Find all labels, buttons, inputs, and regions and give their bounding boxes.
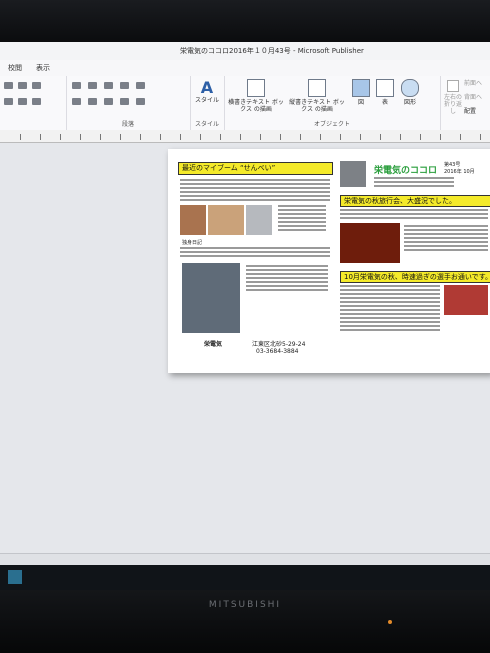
decrease-indent-icon[interactable]: [104, 82, 113, 89]
line-spacing-icon[interactable]: [136, 82, 145, 89]
left-article-text[interactable]: [180, 179, 330, 203]
masthead-title[interactable]: 栄電気のココロ: [374, 163, 437, 176]
tab-view[interactable]: 表示: [36, 60, 50, 76]
horizontal-textbox-button[interactable]: 横書きテキスト ボックス の描画: [228, 79, 284, 113]
font-size-down-icon[interactable]: [18, 82, 27, 89]
picture-button[interactable]: 図: [350, 79, 372, 106]
paragraph-group-label: 段落: [121, 121, 134, 128]
monitor-bezel-bottom: MITSUBISHI: [0, 590, 490, 653]
align-left-icon[interactable]: [72, 98, 81, 105]
justify-icon[interactable]: [120, 98, 129, 105]
right-heading-october[interactable]: 10月栄電気の秋、時速過ぎの選手お通いです。: [340, 271, 490, 283]
numbering-icon[interactable]: [88, 82, 97, 89]
bullets-icon[interactable]: [72, 82, 81, 89]
clear-format-icon[interactable]: [32, 82, 41, 89]
table-label: 表: [381, 99, 388, 106]
left-staff-text[interactable]: [246, 265, 328, 293]
font-size-up-icon[interactable]: [4, 82, 13, 89]
table-icon: [376, 79, 394, 97]
wrap-text-icon: [447, 80, 459, 92]
style-button[interactable]: A スタイル: [192, 78, 222, 105]
ribbon-tab-bar: 校閲 表示: [0, 60, 490, 77]
object-group-label: オブジェクト: [313, 121, 350, 128]
shop-phone: 03-3684-3884: [256, 348, 299, 355]
paragraph-group: 段落: [66, 76, 191, 130]
photo-senbei-3[interactable]: [246, 205, 272, 235]
wrap-text-label: 左右の 折り返し: [443, 94, 462, 115]
photo-staff[interactable]: [182, 263, 240, 333]
font-color-icon[interactable]: [4, 98, 13, 105]
monitor-bezel-top: [0, 0, 490, 42]
issue-number: 第43号: [444, 162, 461, 168]
object-group: 横書きテキスト ボックス の描画 縦書きテキスト ボックス の描画 図 表 図形…: [224, 76, 441, 130]
trip-side-text[interactable]: [404, 225, 488, 253]
wrap-text-button[interactable]: 左右の 折り返し: [442, 80, 464, 115]
picture-icon: [352, 79, 370, 97]
photo-caption: 独身日記: [182, 240, 203, 246]
right-heading-trip[interactable]: 栄電気の秋旅行会、大盛況でした。: [340, 195, 490, 207]
shop-address: 江東区北砂5-29-24: [252, 341, 306, 348]
bring-forward-button[interactable]: 前面へ: [464, 80, 490, 87]
masthead-text[interactable]: [374, 177, 454, 189]
align-right-icon[interactable]: [104, 98, 113, 105]
arrange-button[interactable]: 配置: [464, 108, 490, 115]
issue-date: 2016年 10月: [444, 169, 475, 175]
style-a-icon: A: [200, 78, 214, 97]
picture-label: 図: [357, 99, 364, 106]
style-button-label: スタイル: [194, 97, 219, 104]
power-led-icon: [388, 620, 392, 624]
ribbon: 段落 A スタイル スタイル 横書きテキスト ボックス の描画 縦書きテキスト …: [0, 76, 490, 131]
text-effect-icon[interactable]: [18, 98, 27, 105]
tab-review[interactable]: 校閲: [8, 60, 22, 76]
arrange-group: 左右の 折り返し 前面へ 背面へ 配置: [440, 76, 490, 130]
photo-senbei-1[interactable]: [180, 205, 206, 235]
left-article-text-2[interactable]: [180, 247, 330, 259]
left-side-text[interactable]: [278, 205, 326, 233]
trip-article-text[interactable]: [340, 209, 488, 221]
shapes-button[interactable]: 図形: [398, 79, 422, 106]
window-title: 栄電気のココロ2016年１０月43号 - Microsoft Publisher: [180, 47, 364, 55]
distribute-icon[interactable]: [136, 98, 145, 105]
vertical-textbox-icon: [308, 79, 326, 97]
style-group-label: スタイル: [194, 121, 219, 128]
horizontal-ruler[interactable]: [0, 130, 490, 143]
title-bar: 栄電気のココロ2016年１０月43号 - Microsoft Publisher: [0, 42, 490, 60]
photo-temple-night[interactable]: [340, 223, 400, 263]
table-button[interactable]: 表: [374, 79, 396, 106]
photo-october[interactable]: [444, 285, 488, 315]
shapes-icon: [401, 79, 419, 97]
masthead-portrait[interactable]: [340, 161, 366, 187]
newsletter-page[interactable]: 最近のマイブーム “せんべい” 独身日記 栄電気 江東区北砂5-29-24 03…: [168, 149, 490, 373]
style-group: A スタイル スタイル: [190, 76, 225, 130]
textbox-icon: [247, 79, 265, 97]
taskbar: [0, 565, 490, 590]
monitor-brand-logo: MITSUBISHI: [208, 600, 282, 610]
left-heading[interactable]: 最近のマイブーム “せんべい”: [178, 162, 333, 175]
send-backward-button[interactable]: 背面へ: [464, 94, 490, 101]
left-column: 最近のマイブーム “せんべい” 独身日記 栄電気 江東区北砂5-29-24 03…: [174, 149, 333, 373]
photo-senbei-2[interactable]: [208, 205, 244, 235]
increase-indent-icon[interactable]: [120, 82, 129, 89]
start-icon[interactable]: [8, 570, 22, 584]
horizontal-textbox-label: 横書きテキスト ボックス の描画: [228, 99, 284, 113]
vertical-textbox-button[interactable]: 縦書きテキスト ボックス の描画: [288, 79, 346, 113]
right-column: 栄電気のココロ 第43号 2016年 10月 栄電気の秋旅行会、大盛況でした。 …: [336, 149, 490, 373]
vertical-textbox-label: 縦書きテキスト ボックス の描画: [289, 99, 345, 113]
shop-name: 栄電気: [204, 341, 223, 348]
align-center-icon[interactable]: [88, 98, 97, 105]
october-article-text[interactable]: [340, 285, 440, 333]
shapes-label: 図形: [403, 99, 416, 106]
char-spacing-icon[interactable]: [32, 98, 41, 105]
font-group: [0, 76, 67, 130]
